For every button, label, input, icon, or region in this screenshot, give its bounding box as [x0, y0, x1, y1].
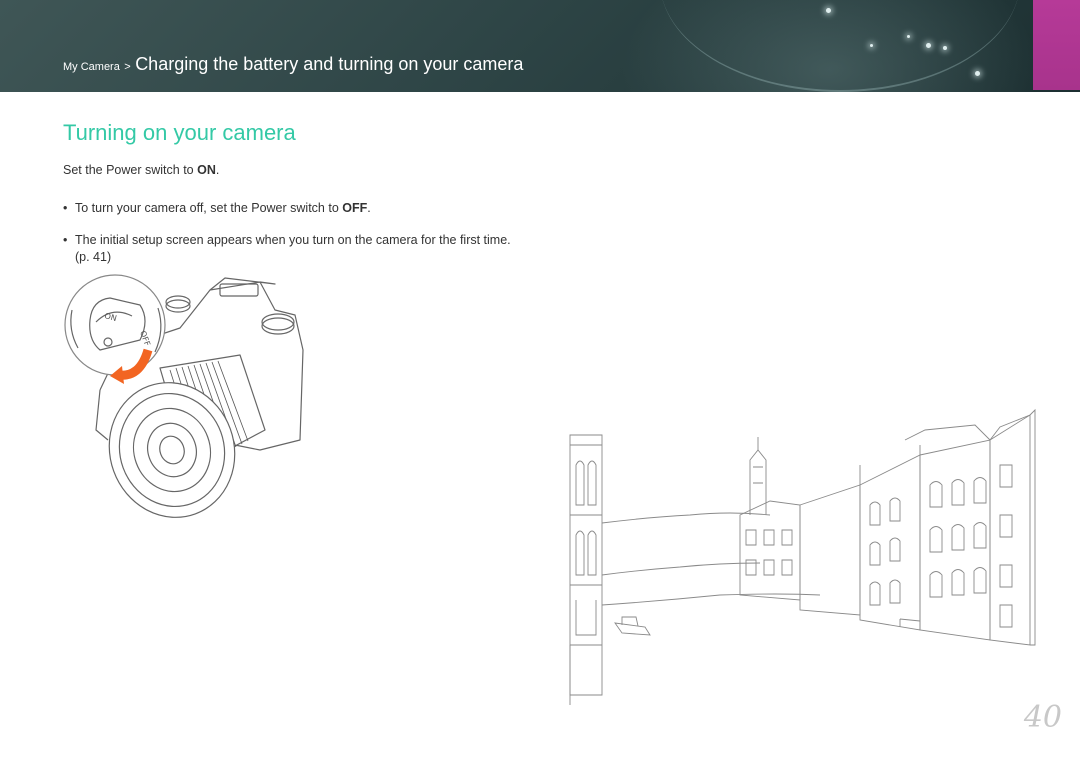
breadcrumb-separator: > — [124, 61, 131, 73]
header-sparkle — [907, 35, 910, 38]
chapter-tab[interactable] — [1033, 0, 1080, 90]
bullet-suffix: . — [367, 201, 371, 215]
bullet-text: The initial setup screen appears when yo… — [75, 233, 511, 264]
cityscape-illustration — [569, 408, 1036, 705]
step-value: ON — [197, 163, 216, 177]
header-sparkle — [975, 71, 980, 76]
header-sparkle — [943, 46, 947, 50]
page-number: 40 — [1023, 700, 1062, 735]
camera-illustration: ON OFF — [64, 274, 304, 518]
step-suffix: . — [215, 163, 220, 177]
bullet-value: OFF — [342, 201, 368, 215]
list-item: To turn your camera off, set the Power s… — [63, 200, 513, 217]
page-header: My Camera > Charging the battery and tur… — [0, 0, 1080, 92]
list-item: The initial setup screen appears when yo… — [63, 232, 513, 266]
page-title: Charging the battery and turning on your… — [135, 54, 524, 74]
section-title: Turning on your camera — [63, 120, 296, 145]
header-sparkle — [826, 8, 831, 13]
header-sparkle — [870, 44, 873, 47]
header-sparkle — [926, 43, 931, 48]
breadcrumb-parent[interactable]: My Camera — [63, 61, 120, 73]
step-instruction: Set the Power switch to ON. — [63, 163, 219, 177]
breadcrumb: My Camera > Charging the battery and tur… — [63, 54, 523, 75]
step-text: Set the Power switch to — [63, 163, 198, 177]
bullet-text: To turn your camera off, set the Power s… — [75, 201, 343, 215]
note-list: To turn your camera off, set the Power s… — [63, 200, 513, 281]
